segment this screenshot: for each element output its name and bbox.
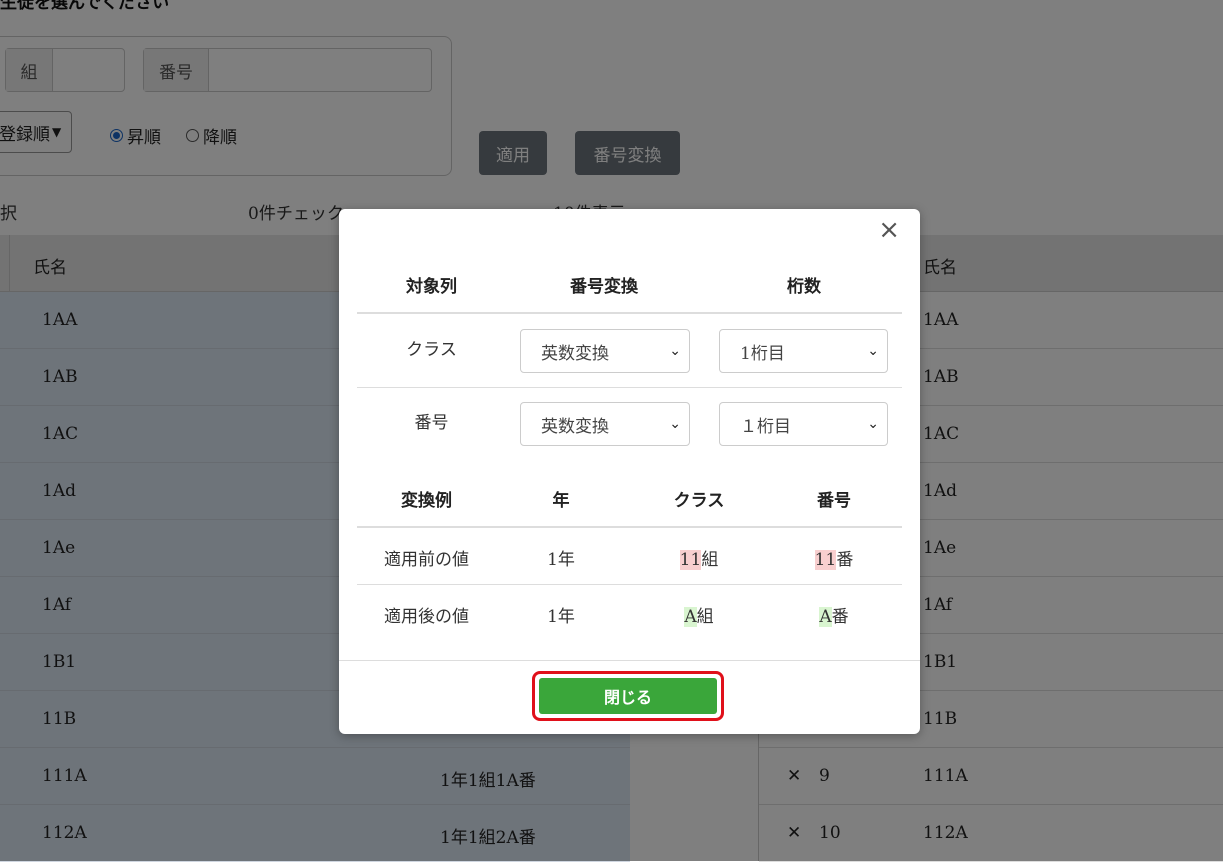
before-class-highlight: 11 [679, 550, 702, 570]
divider [357, 312, 902, 314]
number-digit-value: １桁目 [740, 416, 791, 437]
after-class-highlight: A [684, 607, 697, 627]
before-class: 11組 [644, 545, 754, 570]
modal-footer-divider [339, 660, 920, 661]
header-year: 年 [552, 491, 570, 511]
number-conversion-modal: × 対象列 番号変換 桁数 クラス 英数変換 ⌄ 1桁目 ⌄ 番号 英数変換 ⌄… [339, 209, 920, 734]
before-year: 1年 [547, 550, 575, 570]
close-button[interactable]: 閉じる [539, 678, 717, 714]
after-number-highlight: A [819, 607, 832, 627]
close-icon[interactable]: × [878, 215, 900, 245]
before-number-suffix: 番 [836, 550, 854, 570]
class-conversion-select[interactable]: 英数変換 ⌄ [520, 329, 690, 373]
after-class: A組 [644, 602, 754, 627]
divider [357, 584, 902, 585]
header-class: クラス [673, 491, 725, 511]
divider [357, 387, 902, 388]
before-number-highlight: 11 [814, 550, 837, 570]
row-label-class: クラス [406, 340, 457, 360]
header-digit: 桁数 [787, 277, 821, 297]
row-label-number: 番号 [414, 413, 449, 433]
chevron-down-icon: ⌄ [867, 416, 879, 432]
chevron-down-icon: ⌄ [669, 343, 681, 359]
number-conversion-select[interactable]: 英数変換 ⌄ [520, 402, 690, 446]
header-number: 番号 [817, 491, 851, 511]
number-conversion-value: 英数変換 [541, 416, 609, 437]
after-number: A番 [784, 602, 884, 627]
after-class-suffix: 組 [696, 607, 714, 627]
number-digit-select[interactable]: １桁目 ⌄ [719, 402, 888, 446]
before-class-suffix: 組 [701, 550, 719, 570]
close-button-highlight: 閉じる [532, 671, 724, 721]
chevron-down-icon: ⌄ [867, 343, 879, 359]
header-number-conversion: 番号変換 [570, 277, 638, 297]
before-number: 11番 [784, 545, 884, 570]
after-number-suffix: 番 [831, 607, 849, 627]
chevron-down-icon: ⌄ [669, 416, 681, 432]
class-digit-value: 1桁目 [740, 343, 785, 364]
after-year: 1年 [547, 607, 575, 627]
class-digit-select[interactable]: 1桁目 ⌄ [719, 329, 888, 373]
before-label: 適用前の値 [384, 550, 469, 570]
header-example: 変換例 [401, 491, 452, 511]
header-target-column: 対象列 [406, 277, 457, 297]
after-label: 適用後の値 [384, 607, 469, 627]
class-conversion-value: 英数変換 [541, 343, 609, 364]
divider [357, 526, 902, 528]
